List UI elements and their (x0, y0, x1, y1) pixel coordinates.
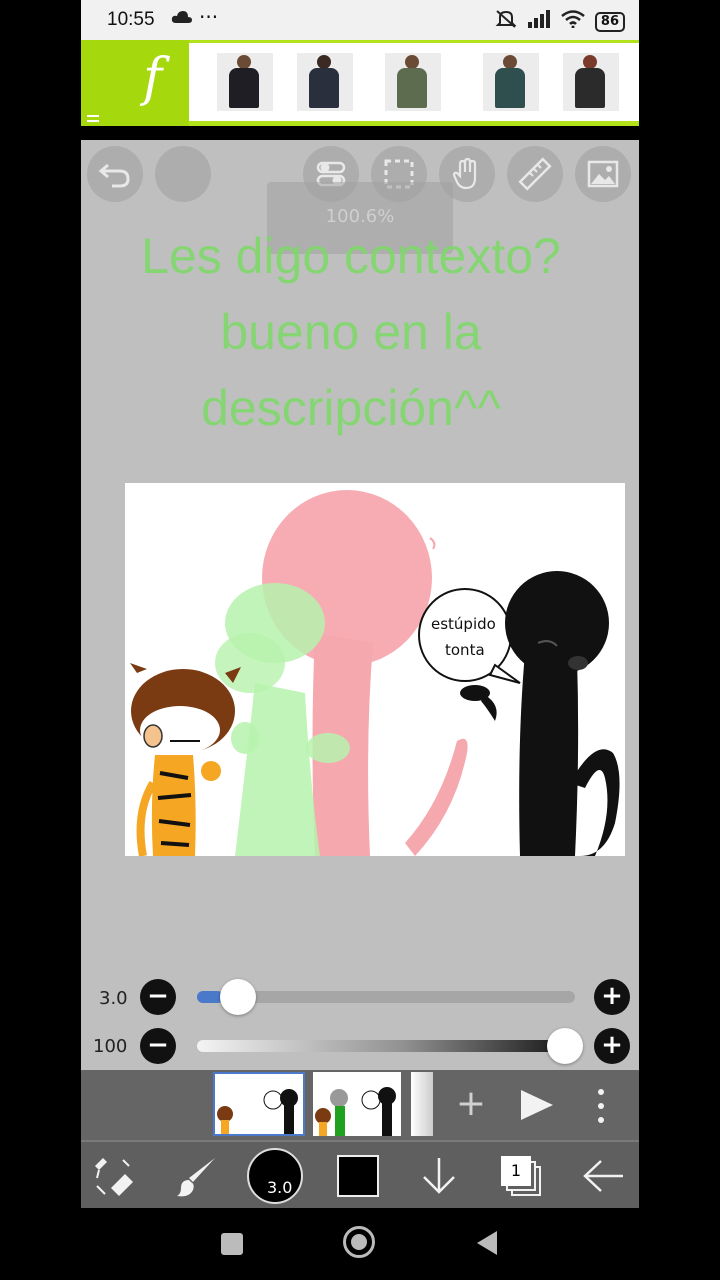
add-frame-button[interactable]: + (453, 1084, 489, 1124)
undo-icon (98, 163, 130, 188)
product-thumb[interactable] (385, 53, 441, 111)
brush-size-label: 3.0 (99, 988, 128, 1009)
opacity-decrease-button[interactable]: − (140, 1028, 176, 1064)
image-icon (587, 160, 619, 188)
cloud-icon (171, 8, 193, 30)
battery-indicator: 86 (594, 11, 625, 32)
drawing-canvas[interactable]: estúpido tonta (125, 483, 625, 856)
brush-size-increase-button[interactable]: + (594, 979, 630, 1015)
layer-thumb-selected[interactable] (213, 1072, 305, 1136)
transform-eraser-icon (95, 1158, 133, 1196)
hand-icon (452, 158, 477, 190)
layer-thumb[interactable] (313, 1072, 401, 1136)
layers-button[interactable]: 1 (501, 1156, 543, 1198)
brush-size-knob[interactable] (220, 979, 257, 1015)
product-thumb[interactable] (483, 53, 539, 111)
speech-text: estúpido (431, 615, 496, 633)
brush-size-button[interactable]: 3.0 (247, 1148, 303, 1204)
image-button[interactable] (575, 146, 631, 202)
arrow-left-icon (583, 1160, 623, 1192)
back-button[interactable] (581, 1158, 625, 1198)
bottom-toolbar: 3.0 1 (81, 1140, 639, 1210)
overlay-line: bueno en la (220, 304, 482, 360)
status-time: 10:55 (107, 9, 155, 30)
product-thumb[interactable] (563, 53, 619, 111)
more-vertical-icon (598, 1089, 604, 1123)
brush-tool-button[interactable] (175, 1156, 217, 1202)
arrow-down-icon (423, 1158, 455, 1194)
recents-button[interactable] (221, 1233, 243, 1255)
undo-button[interactable] (87, 146, 143, 202)
product-thumb[interactable] (217, 53, 273, 111)
status-bar: 10:55 ··· 86 (81, 0, 639, 40)
brand-logo-letter: f (143, 48, 163, 108)
layer-strip: + (81, 1070, 639, 1140)
signal-icon (527, 10, 551, 33)
product-thumb[interactable] (297, 53, 353, 111)
opacity-slider[interactable] (197, 1040, 575, 1052)
system-nav-bar (81, 1208, 639, 1280)
system-back-button[interactable] (475, 1230, 499, 1260)
play-button[interactable] (519, 1088, 555, 1126)
color-picker-button[interactable] (337, 1155, 379, 1197)
redo-button[interactable] (155, 146, 211, 202)
overlay-line: Les digo contexto? (141, 228, 561, 284)
opacity-knob[interactable] (547, 1028, 583, 1064)
transform-tool-button[interactable] (93, 1156, 135, 1200)
opacity-label: 100 (93, 1036, 128, 1057)
back-triangle-icon (477, 1231, 497, 1255)
overlay-line: descripción^^ (201, 380, 501, 436)
speech-text: tonta (445, 641, 485, 659)
mute-icon (495, 9, 517, 34)
more-options-button[interactable] (595, 1088, 607, 1128)
menu-icon (87, 120, 99, 122)
layer-count: 1 (501, 1156, 531, 1186)
status-more: ··· (199, 5, 219, 29)
home-button[interactable] (343, 1226, 375, 1258)
ad-banner[interactable]: f (81, 40, 639, 126)
overlay-caption: Les digo contexto? bueno en la descripci… (91, 218, 611, 446)
ruler-icon (518, 157, 552, 191)
download-button[interactable] (421, 1156, 457, 1200)
brush-icon (177, 1158, 215, 1197)
brush-size-badge: 3.0 (267, 1178, 293, 1197)
canvas-artwork: estúpido tonta (130, 490, 620, 856)
brush-size-decrease-button[interactable]: − (140, 979, 176, 1015)
drawing-workspace[interactable]: 100.6% Les digo contexto? bueno en la de… (81, 140, 639, 1070)
layer-thumb-partial[interactable] (411, 1072, 433, 1136)
wifi-icon (561, 10, 585, 33)
ruler-button[interactable] (507, 146, 563, 202)
play-icon (521, 1090, 553, 1120)
brand-logo[interactable]: f (81, 40, 189, 126)
opacity-increase-button[interactable]: + (594, 1028, 630, 1064)
